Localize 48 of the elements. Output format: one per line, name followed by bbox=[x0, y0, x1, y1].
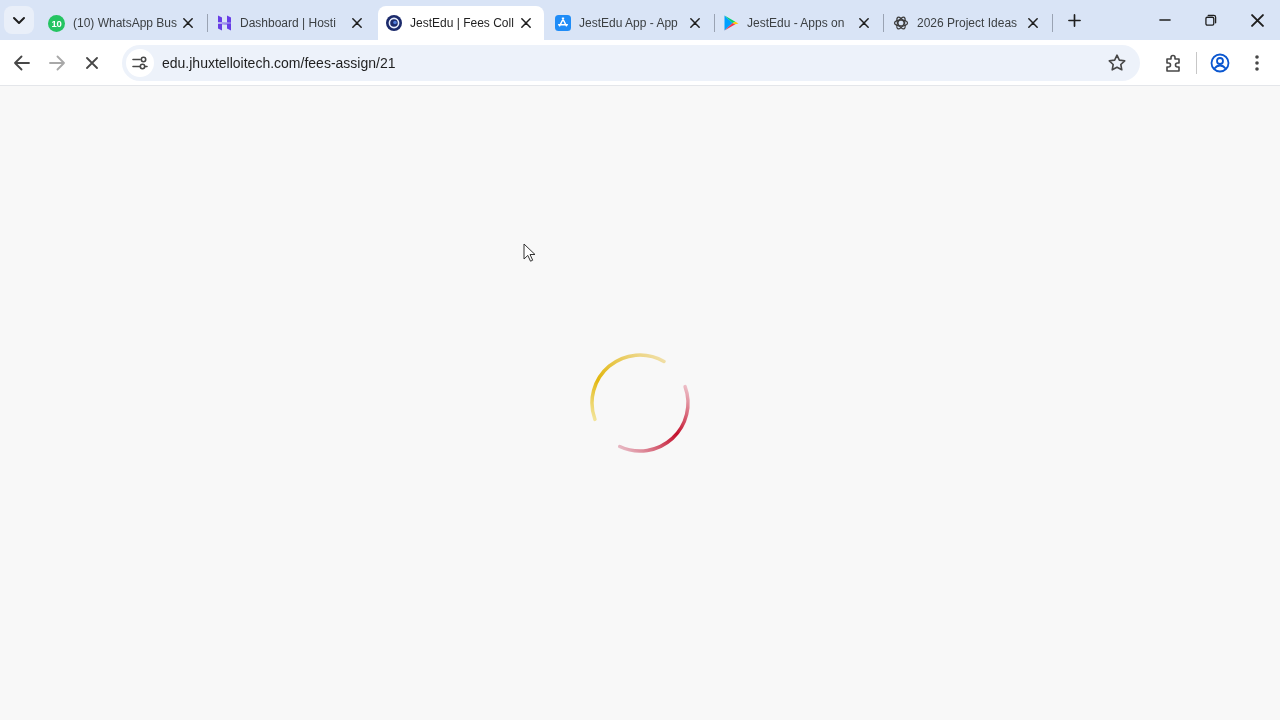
close-icon bbox=[859, 18, 869, 28]
tab-title: 2026 Project Ideas bbox=[917, 16, 1019, 30]
address-bar[interactable]: edu.jhuxtelloitech.com/fees-assign/21 bbox=[122, 44, 1140, 81]
restore-icon bbox=[1205, 14, 1217, 26]
browser-tab[interactable]: JestEdu App - App bbox=[547, 6, 713, 40]
close-icon bbox=[1028, 18, 1038, 28]
profile-icon bbox=[1210, 52, 1230, 73]
close-icon bbox=[521, 18, 531, 28]
close-icon bbox=[1250, 13, 1264, 27]
chevron-down-icon bbox=[12, 15, 26, 25]
sliders-icon bbox=[132, 55, 148, 70]
tab-close-button[interactable] bbox=[518, 15, 534, 31]
tab-search-button[interactable] bbox=[4, 6, 34, 34]
back-arrow-icon bbox=[14, 54, 30, 71]
puzzle-icon bbox=[1165, 53, 1181, 72]
close-icon bbox=[352, 18, 362, 28]
browser-tab[interactable]: 2026 Project Ideas bbox=[885, 6, 1051, 40]
mouse-pointer-icon bbox=[523, 243, 536, 262]
browser-tab[interactable]: 10 (10) WhatsApp Bus bbox=[40, 6, 206, 40]
plus-icon bbox=[1067, 13, 1081, 27]
tab-count-badge: 10 bbox=[48, 14, 65, 32]
tab-title: JestEdu | Fees Coll bbox=[410, 16, 514, 30]
tab-close-button[interactable] bbox=[1025, 15, 1041, 31]
browser-tab[interactable]: JestEdu - Apps on bbox=[716, 6, 882, 40]
tab-close-button[interactable] bbox=[349, 15, 365, 31]
star-icon bbox=[1108, 54, 1126, 71]
tab-title: (10) WhatsApp Bus bbox=[73, 16, 176, 30]
tab-title: JestEdu - Apps on bbox=[747, 16, 846, 30]
browser-tab[interactable]: JestEdu | Fees Coll bbox=[378, 6, 544, 40]
site-info-button[interactable] bbox=[126, 48, 154, 77]
tab-close-button[interactable] bbox=[856, 15, 872, 31]
h-logo-icon bbox=[217, 15, 232, 31]
browser-tab[interactable]: Dashboard | Hosti bbox=[209, 6, 375, 40]
url-text: edu.jhuxtelloitech.com/fees-assign/21 bbox=[162, 54, 397, 71]
forward-arrow-icon bbox=[49, 54, 65, 71]
close-icon bbox=[690, 18, 700, 28]
a-tile-icon bbox=[555, 15, 571, 31]
knot-logo-icon bbox=[893, 15, 909, 31]
tab-close-button[interactable] bbox=[180, 15, 196, 31]
triangle-logo-icon bbox=[724, 15, 739, 31]
minimize-icon bbox=[1159, 19, 1171, 21]
tab-title: Dashboard | Hosti bbox=[240, 16, 337, 30]
close-icon bbox=[86, 56, 98, 69]
ring-logo-icon bbox=[386, 15, 402, 31]
tab-title: JestEdu App - App bbox=[579, 16, 679, 30]
close-icon bbox=[183, 18, 193, 28]
tab-close-button[interactable] bbox=[687, 15, 703, 31]
more-vertical-icon bbox=[1255, 54, 1259, 71]
